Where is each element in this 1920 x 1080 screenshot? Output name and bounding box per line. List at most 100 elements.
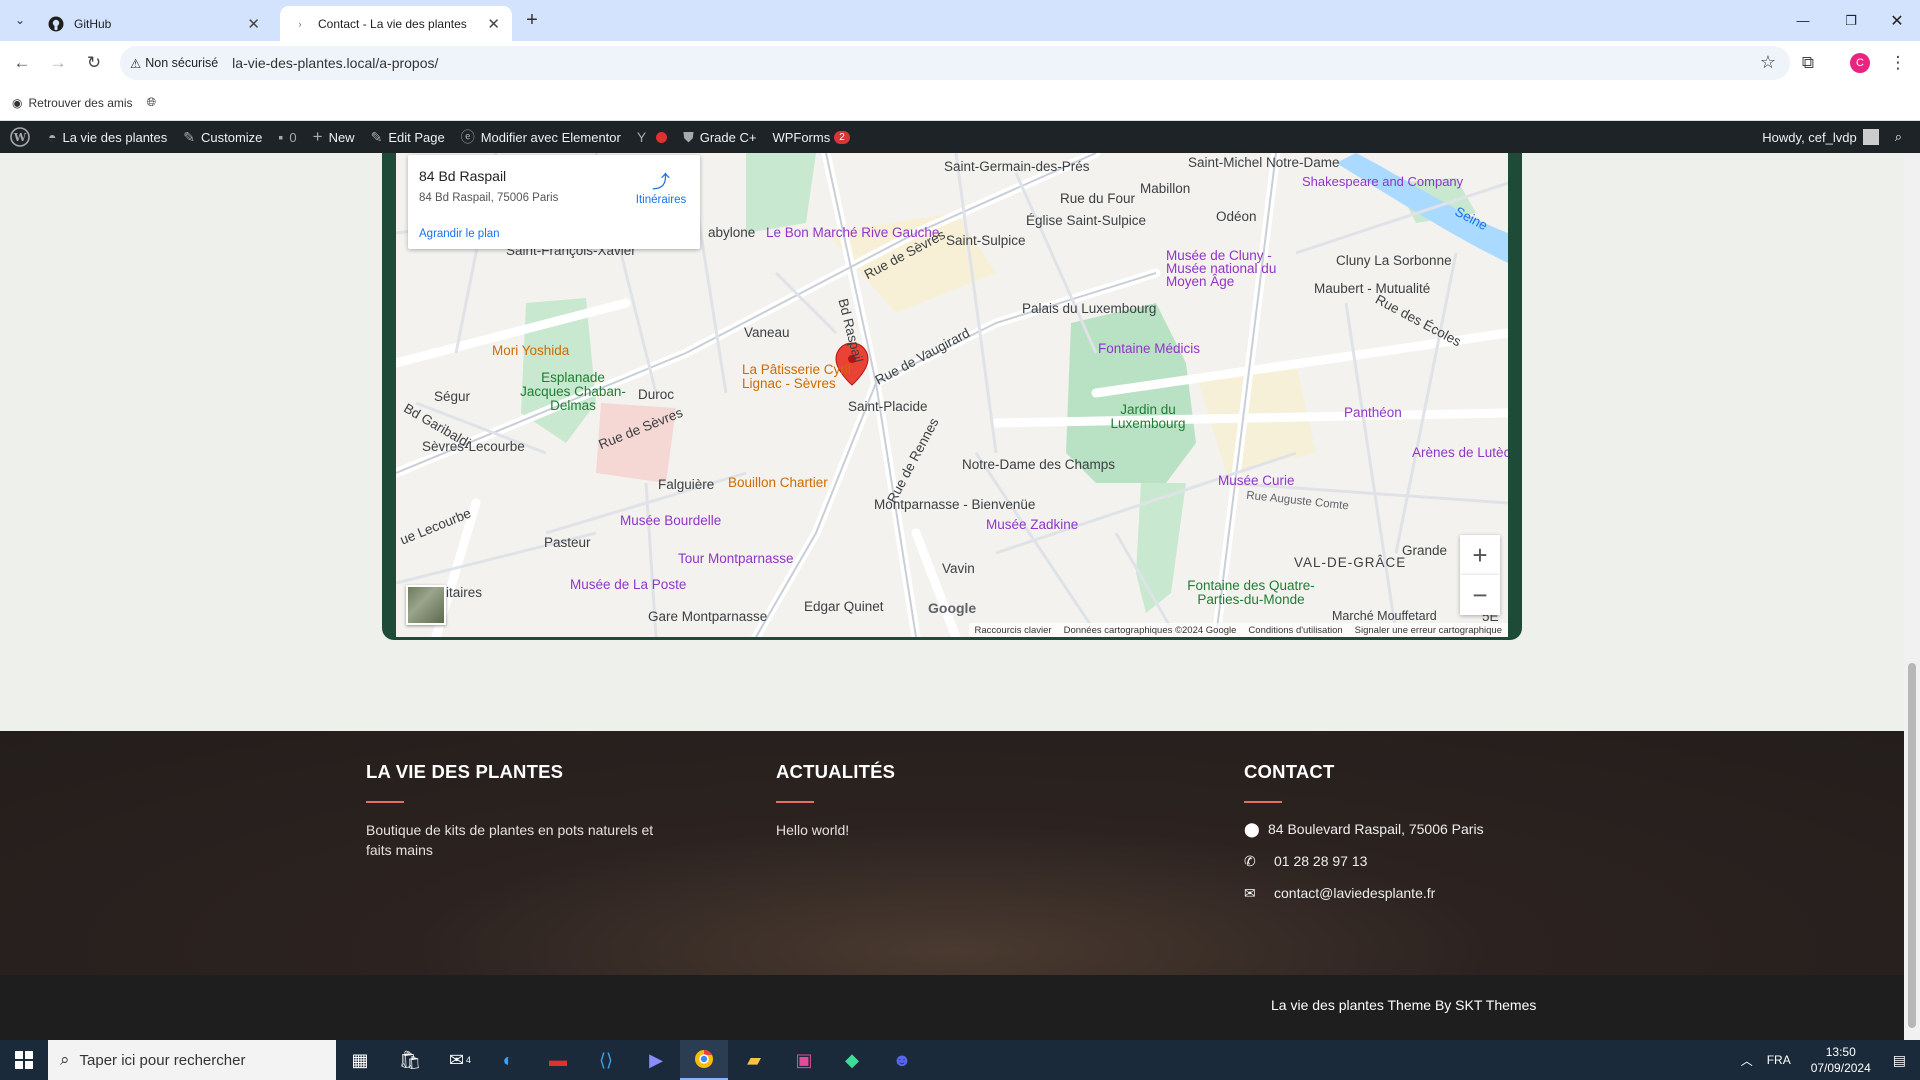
chevron-up-icon[interactable]: ︿ (1741, 1052, 1753, 1069)
url-text: la-vie-des-plantes.local/a-propos/ (232, 55, 439, 71)
theme-credit[interactable]: La vie des plantes Theme By SKT Themes (1271, 997, 1536, 1013)
map-label: Gare Montparnasse (648, 609, 768, 624)
map-label: Odéon (1216, 209, 1257, 224)
file-explorer-icon[interactable]: ▰ (730, 1040, 778, 1080)
admin-elementor-link[interactable]: ⓔ Modifier avec Elementor (453, 121, 629, 153)
loading-icon: › (298, 18, 302, 29)
map-footer-text: Données cartographiques ©2024 Google (1063, 624, 1237, 636)
footer-heading: ACTUALITÉS (776, 761, 896, 782)
app-icon[interactable]: ◆ (828, 1040, 876, 1080)
map-label: Pasteur (544, 535, 591, 550)
back-button[interactable]: ← (8, 49, 36, 77)
map-label: Duroc (638, 387, 675, 402)
map-label: Edgar Quinet (804, 599, 884, 614)
footer-about: LA VIE DES PLANTES Boutique de kits de p… (366, 761, 666, 860)
forward-button[interactable]: → (44, 49, 72, 77)
security-indicator[interactable]: ⚠ Non sécurisé (130, 56, 218, 71)
contact-email[interactable]: ✉ contact@laviedesplante.fr (1244, 877, 1564, 909)
mail-icon[interactable]: ✉ 4 (436, 1040, 484, 1080)
edge-icon[interactable]: ◐ (484, 1040, 532, 1080)
place-title: 84 Bd Raspail (419, 168, 507, 184)
google-map[interactable]: Saint-Germain-des-Prés Saint-Michel Notr… (396, 153, 1508, 637)
scrollbar-thumb[interactable] (1908, 663, 1916, 1028)
footer-about-text: Boutique de kits de plantes en pots natu… (366, 822, 654, 858)
map-footer-link[interactable]: Raccourcis clavier (975, 625, 1052, 636)
reload-button[interactable]: ↻ (80, 49, 108, 77)
discord-icon[interactable]: ☻ (878, 1040, 926, 1080)
plus-icon: + (312, 127, 323, 146)
bookmark-star-icon[interactable]: ☆ (1760, 52, 1776, 73)
admin-search-icon[interactable]: ⌕ (1887, 121, 1910, 153)
address-bar[interactable]: ⚠ Non sécurisé la-vie-des-plantes.local/… (120, 46, 1790, 80)
taskbar-search[interactable]: ⌕ Taper ici pour rechercher (48, 1040, 336, 1080)
directions-button[interactable]: ⤴ Itinéraires (630, 168, 692, 206)
chrome-icon[interactable] (680, 1040, 728, 1080)
envelope-icon: ✉ (1244, 884, 1256, 901)
new-tab-button[interactable]: + (520, 8, 544, 32)
wordpress-logo-icon[interactable]: W (0, 121, 40, 153)
map-label: Saint-Placide (848, 399, 928, 414)
admin-yoast-link[interactable]: Y (629, 121, 675, 153)
map-label: Ségur (434, 389, 471, 404)
profile-avatar[interactable]: C (1846, 49, 1874, 77)
system-tray: ︿ FRA 13:50 07/09/2024 ▤ (1741, 1040, 1920, 1080)
dashboard-icon: ◓ (48, 129, 57, 145)
extensions-icon[interactable]: ⧉ (1794, 49, 1822, 77)
site-footer: LA VIE DES PLANTES Boutique de kits de p… (0, 731, 1904, 975)
page-scrollbar[interactable] (1904, 153, 1920, 1040)
satellite-toggle[interactable] (406, 585, 446, 625)
news-link[interactable]: Hello world! (776, 820, 1076, 840)
bookmark-item[interactable]: ◉ Retrouver des amis (12, 96, 133, 110)
map-footer-link[interactable]: Conditions d'utilisation (1248, 625, 1342, 636)
globe-icon[interactable]: 🌐︎ (147, 95, 157, 110)
page-content: Saint-Germain-des-Prés Saint-Michel Notr… (0, 153, 1904, 1040)
menu-kebab-icon[interactable]: ⋮ (1884, 49, 1912, 77)
map-label: Notre-Dame des Champs (962, 457, 1116, 472)
map-label: Falguière (658, 477, 715, 492)
map-label: Musée de Cluny - Musée national du Moyen… (1166, 248, 1277, 289)
map-label: Musée de La Poste (570, 577, 687, 592)
admin-new-link[interactable]: + New (305, 121, 363, 153)
admin-customize-link[interactable]: ✎ Customize (175, 121, 270, 153)
seo-status-dot-icon (656, 131, 668, 143)
enlarge-map-link[interactable]: Agrandir le plan (419, 228, 500, 240)
map-label: Bouillon Chartier (728, 475, 828, 490)
close-tab-icon[interactable]: ✕ (247, 15, 260, 33)
admin-account-link[interactable]: Howdy, cef_lvdp (1754, 121, 1886, 153)
clock[interactable]: 13:50 07/09/2024 (1811, 1044, 1871, 1076)
app-icon[interactable]: ▣ (780, 1040, 828, 1080)
minimize-button[interactable]: — (1780, 0, 1826, 41)
app-icon[interactable]: ▬ (534, 1040, 582, 1080)
notification-icon[interactable]: ▤ (1893, 1052, 1906, 1069)
restore-button[interactable]: ❐ (1828, 0, 1874, 41)
directions-icon: ⤴ (652, 172, 670, 192)
google-logo: Google (928, 600, 977, 616)
store-icon[interactable]: 🛍︎ (386, 1040, 434, 1080)
media-icon[interactable]: ▶ (632, 1040, 680, 1080)
tab-search-button[interactable]: ⌄ (8, 8, 32, 32)
task-view-icon[interactable]: ▦ (336, 1040, 384, 1080)
admin-site-link[interactable]: ◓ La vie des plantes (40, 121, 175, 153)
zoom-out-button[interactable]: − (1460, 575, 1500, 615)
footer-heading: LA VIE DES PLANTES (366, 761, 564, 782)
admin-edit-page-link[interactable]: ✎ Edit Page (363, 121, 453, 153)
map-label: Vavin (942, 561, 975, 576)
zoom-in-button[interactable]: + (1460, 535, 1500, 575)
avatar (1862, 129, 1879, 145)
language-indicator[interactable]: FRA (1767, 1053, 1791, 1067)
windows-start-icon[interactable] (0, 1040, 48, 1080)
close-tab-icon[interactable]: ✕ (487, 15, 500, 33)
map-label: Shakespeare and Company (1302, 174, 1464, 189)
brush-icon: ✎ (183, 128, 195, 145)
map-footer-link[interactable]: Signaler une erreur cartographique (1355, 625, 1502, 636)
admin-grade-link[interactable]: ⛊ Grade C+ (675, 121, 764, 153)
vscode-icon[interactable]: ⟨⟩ (582, 1040, 630, 1080)
map-label: Saint-Sulpice (946, 233, 1026, 248)
admin-comments-link[interactable]: ▪ 0 (270, 121, 304, 153)
tab-contact[interactable]: › Contact - La vie des plantes ✕ (280, 6, 512, 41)
map-label: VAL-DE-GRÂCE (1294, 555, 1407, 570)
map-marker-icon: ⬤ (1244, 820, 1260, 837)
admin-wpforms-link[interactable]: WPForms 2 (764, 121, 857, 153)
tab-github[interactable]: GitHub ✕ (36, 6, 272, 41)
close-window-button[interactable]: ✕ (1874, 0, 1920, 41)
